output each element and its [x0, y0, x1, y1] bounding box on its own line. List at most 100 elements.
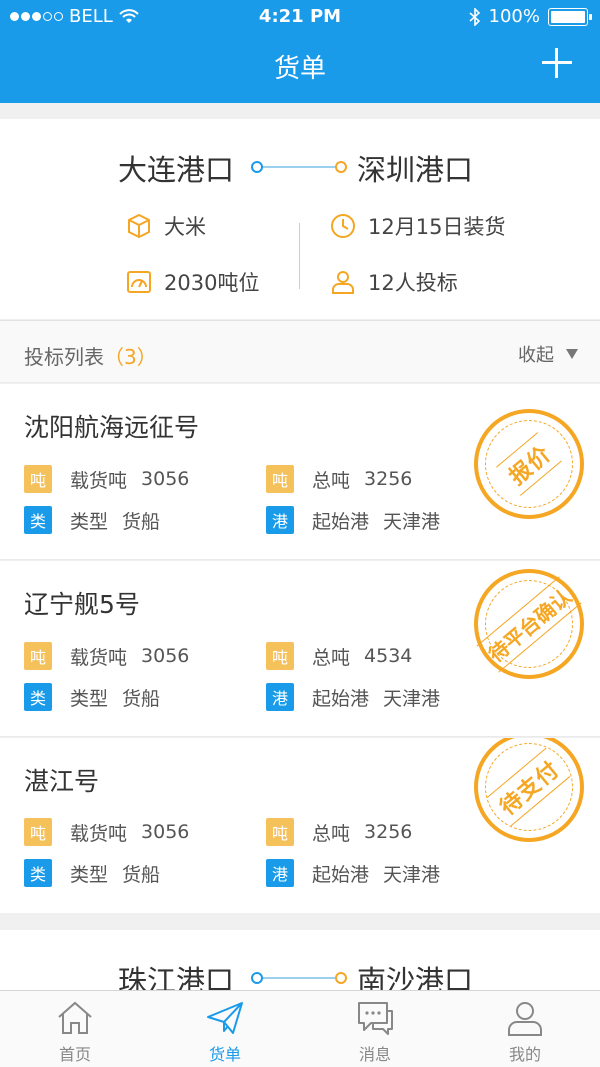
status-stamp: 待平台确认	[474, 569, 584, 679]
port-row: 港 起始港 天津港	[266, 683, 440, 711]
load-date-info: 12月15日装货	[330, 211, 505, 241]
bid-card[interactable]: 辽宁舰5号 吨 载货吨 3056 吨 总吨 4534 类 类型 货船 港 起始港…	[0, 561, 600, 737]
load-ton-value: 3056	[141, 821, 190, 843]
tab-home[interactable]: 首页	[0, 991, 150, 1067]
ton-badge-icon: 吨	[24, 818, 52, 846]
tab-label: 首页	[58, 1045, 91, 1064]
total-ton-value: 4534	[364, 645, 413, 667]
clock-icon	[331, 214, 355, 238]
status-bar: BELL 4:21 PM 100%	[0, 0, 600, 34]
type-row: 类 类型 货船	[24, 506, 160, 534]
status-stamp: 报价	[474, 409, 584, 519]
route: 大连港口 深圳港口	[0, 147, 600, 187]
type-badge-icon: 类	[24, 859, 52, 887]
route-connector-icon	[251, 161, 347, 173]
add-button[interactable]	[542, 48, 572, 78]
info-divider	[299, 223, 300, 289]
chat-icon	[358, 1002, 393, 1035]
bluetooth-icon	[468, 7, 480, 26]
load-ton-value: 3056	[141, 645, 190, 667]
type-value: 货船	[122, 510, 161, 533]
ton-badge-icon: 吨	[24, 642, 52, 670]
paper-plane-icon	[207, 1002, 243, 1034]
cargo-info: 大米	[126, 211, 206, 241]
bid-list-header: 投标列表（3） 收起	[0, 320, 600, 383]
port-badge-icon: 港	[266, 683, 294, 711]
total-ton-value: 3256	[364, 468, 413, 490]
tab-label: 我的	[508, 1045, 541, 1064]
load-ton-label: 载货吨	[70, 469, 128, 492]
status-stamp-text: 报价	[496, 432, 562, 496]
type-badge-icon: 类	[24, 683, 52, 711]
load-ton-row: 吨 载货吨 3056	[24, 465, 189, 493]
user-icon	[332, 271, 354, 294]
start-port-value: 天津港	[383, 863, 441, 886]
load-ton-value: 3056	[141, 468, 190, 490]
load-ton-label: 载货吨	[70, 646, 128, 669]
tab-bar: 首页 货单 消息 我的	[0, 990, 600, 1067]
triangle-down-icon	[566, 349, 578, 359]
bid-list-title: 投标列表（3）	[24, 341, 157, 370]
tab-label: 货单	[208, 1045, 241, 1064]
total-ton-row: 吨 总吨 4534	[266, 642, 412, 670]
type-row: 类 类型 货船	[24, 683, 160, 711]
collapse-button[interactable]: 收起	[518, 341, 578, 367]
vessel-name: 湛江号	[24, 767, 100, 796]
tonnage: 2030吨位	[164, 271, 260, 295]
bid-card[interactable]: 湛江号 吨 载货吨 3056 吨 总吨 3256 类 类型 货船 港 起始港 天…	[0, 738, 600, 913]
route-connector-icon	[251, 972, 347, 984]
start-port-label: 起始港	[312, 863, 370, 886]
bidder-count: 12人投标	[368, 271, 458, 295]
cargo-name: 大米	[164, 215, 206, 239]
top-bar: BELL 4:21 PM 100% 货单	[0, 0, 600, 103]
status-right: 100%	[468, 6, 592, 27]
bid-card[interactable]: 沈阳航海远征号 吨 载货吨 3056 吨 总吨 3256 类 类型 货船 港 起…	[0, 384, 600, 560]
gauge-icon	[127, 271, 151, 293]
type-label: 类型	[70, 510, 109, 533]
port-row: 港 起始港 天津港	[266, 506, 440, 534]
load-ton-row: 吨 载货吨 3056	[24, 642, 189, 670]
home-icon	[58, 1001, 92, 1034]
destination-port: 深圳港口	[357, 153, 474, 187]
type-value: 货船	[122, 687, 161, 710]
user-icon	[508, 1002, 542, 1036]
port-badge-icon: 港	[266, 506, 294, 534]
load-ton-row: 吨 载货吨 3056	[24, 818, 189, 846]
status-stamp: 待支付	[474, 738, 584, 842]
bidders-info: 12人投标	[330, 267, 458, 297]
type-label: 类型	[70, 863, 109, 886]
port-row: 港 起始港 天津港	[266, 859, 440, 887]
tab-messages[interactable]: 消息	[300, 991, 450, 1067]
start-port-value: 天津港	[383, 510, 441, 533]
start-port-label: 起始港	[312, 510, 370, 533]
type-label: 类型	[70, 687, 109, 710]
total-ton-value: 3256	[364, 821, 413, 843]
tonnage-info: 2030吨位	[126, 267, 259, 297]
order-summary-card[interactable]: 珠江港口 南沙港口	[0, 930, 600, 998]
load-ton-label: 载货吨	[70, 822, 128, 845]
box-icon	[128, 213, 150, 239]
ton-badge-icon: 吨	[266, 818, 294, 846]
start-port-label: 起始港	[312, 687, 370, 710]
collapse-label: 收起	[518, 345, 554, 366]
tab-profile[interactable]: 我的	[450, 991, 600, 1067]
total-ton-row: 吨 总吨 3256	[266, 818, 412, 846]
vessel-name: 辽宁舰5号	[24, 590, 140, 619]
status-stamp-text: 待支付	[487, 747, 571, 827]
battery-icon	[548, 7, 592, 26]
status-stamp-text: 待平台确认	[476, 575, 582, 673]
type-value: 货船	[122, 863, 161, 886]
total-ton-label: 总吨	[312, 469, 351, 492]
ton-badge-icon: 吨	[266, 642, 294, 670]
order-summary-card[interactable]: 大连港口 深圳港口 大米 12月15日装货 2030吨位 12人投标	[0, 119, 600, 319]
vessel-name: 沈阳航海远征号	[24, 413, 200, 442]
battery-percent: 100%	[488, 6, 540, 27]
total-ton-row: 吨 总吨 3256	[266, 465, 412, 493]
tab-orders[interactable]: 货单	[150, 991, 300, 1067]
port-badge-icon: 港	[266, 859, 294, 887]
load-date: 12月15日装货	[368, 215, 506, 239]
start-port-value: 天津港	[383, 687, 441, 710]
origin-port: 大连港口	[118, 153, 235, 187]
type-row: 类 类型 货船	[24, 859, 160, 887]
page-title: 货单	[273, 54, 326, 84]
